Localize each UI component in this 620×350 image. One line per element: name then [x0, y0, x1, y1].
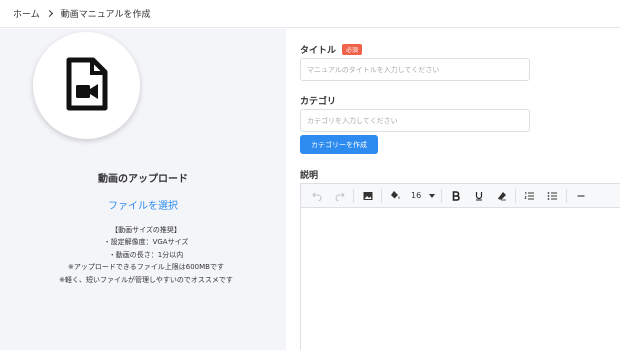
title-label: タイトル 必須: [300, 43, 363, 56]
required-badge: 必須: [342, 44, 363, 55]
upload-guidelines: 【動画サイズの推奨】 ・設定解像度：VGAサイズ ・動画の長さ：1分以内 ※アッ…: [0, 224, 292, 286]
breadcrumb-current: 動画マニュアルを作成: [60, 10, 151, 20]
chevron-right-icon: [45, 9, 53, 18]
guide-line: ※軽く、短いファイルが管理しやすいのでオススメです: [59, 275, 233, 284]
toolbar-divider: [441, 188, 443, 203]
caret-down-icon: [429, 193, 436, 198]
guide-line: ※アップロードできるファイル上限は600MBです: [68, 263, 224, 272]
toolbar-divider: [566, 188, 568, 203]
guide-line: ・設定解像度：VGAサイズ: [103, 238, 189, 247]
bullet-list-icon[interactable]: [541, 186, 564, 206]
file-select-link[interactable]: ファイルを選択: [0, 197, 286, 212]
eraser-icon[interactable]: [490, 186, 513, 206]
redo-icon[interactable]: [328, 186, 351, 206]
video-upload-panel: 動画のアップロード ファイルを選択 【動画サイズの推奨】 ・設定解像度：VGAサ…: [0, 29, 286, 350]
description-label: 説明: [300, 171, 319, 181]
description-editor-area[interactable]: [301, 208, 620, 350]
toolbar-divider: [353, 188, 354, 203]
breadcrumb-home-link[interactable]: ホーム: [13, 7, 40, 20]
toolbar-divider: [515, 188, 517, 203]
title-input[interactable]: [300, 58, 530, 81]
bold-icon[interactable]: [444, 186, 467, 206]
title-label-text: タイトル: [300, 46, 337, 56]
editor-toolbar: 16: [301, 184, 620, 208]
rich-text-editor: 16: [300, 183, 620, 350]
toolbar-divider: [381, 188, 382, 203]
horizontal-rule-icon[interactable]: [569, 186, 592, 206]
font-size-value: 16: [411, 191, 422, 200]
guide-line: ・動画の長さ：1分以内: [108, 250, 184, 259]
upload-title: 動画のアップロード: [98, 174, 188, 185]
breadcrumb: ホーム 動画マニュアルを作成: [0, 0, 620, 28]
create-category-button[interactable]: カテゴリーを作成: [300, 135, 378, 154]
category-input[interactable]: [300, 109, 530, 132]
ordered-list-icon[interactable]: [518, 186, 541, 206]
category-label: カテゴリ: [300, 97, 337, 107]
image-icon[interactable]: [356, 186, 379, 206]
guide-line: 【動画サイズの推奨】: [111, 226, 181, 234]
fill-color-icon[interactable]: [384, 186, 407, 206]
video-preview-circle: [33, 32, 140, 139]
undo-icon[interactable]: [305, 186, 328, 206]
video-file-icon: [65, 57, 109, 114]
underline-icon[interactable]: [467, 186, 490, 206]
font-size-select[interactable]: 16: [407, 186, 439, 206]
